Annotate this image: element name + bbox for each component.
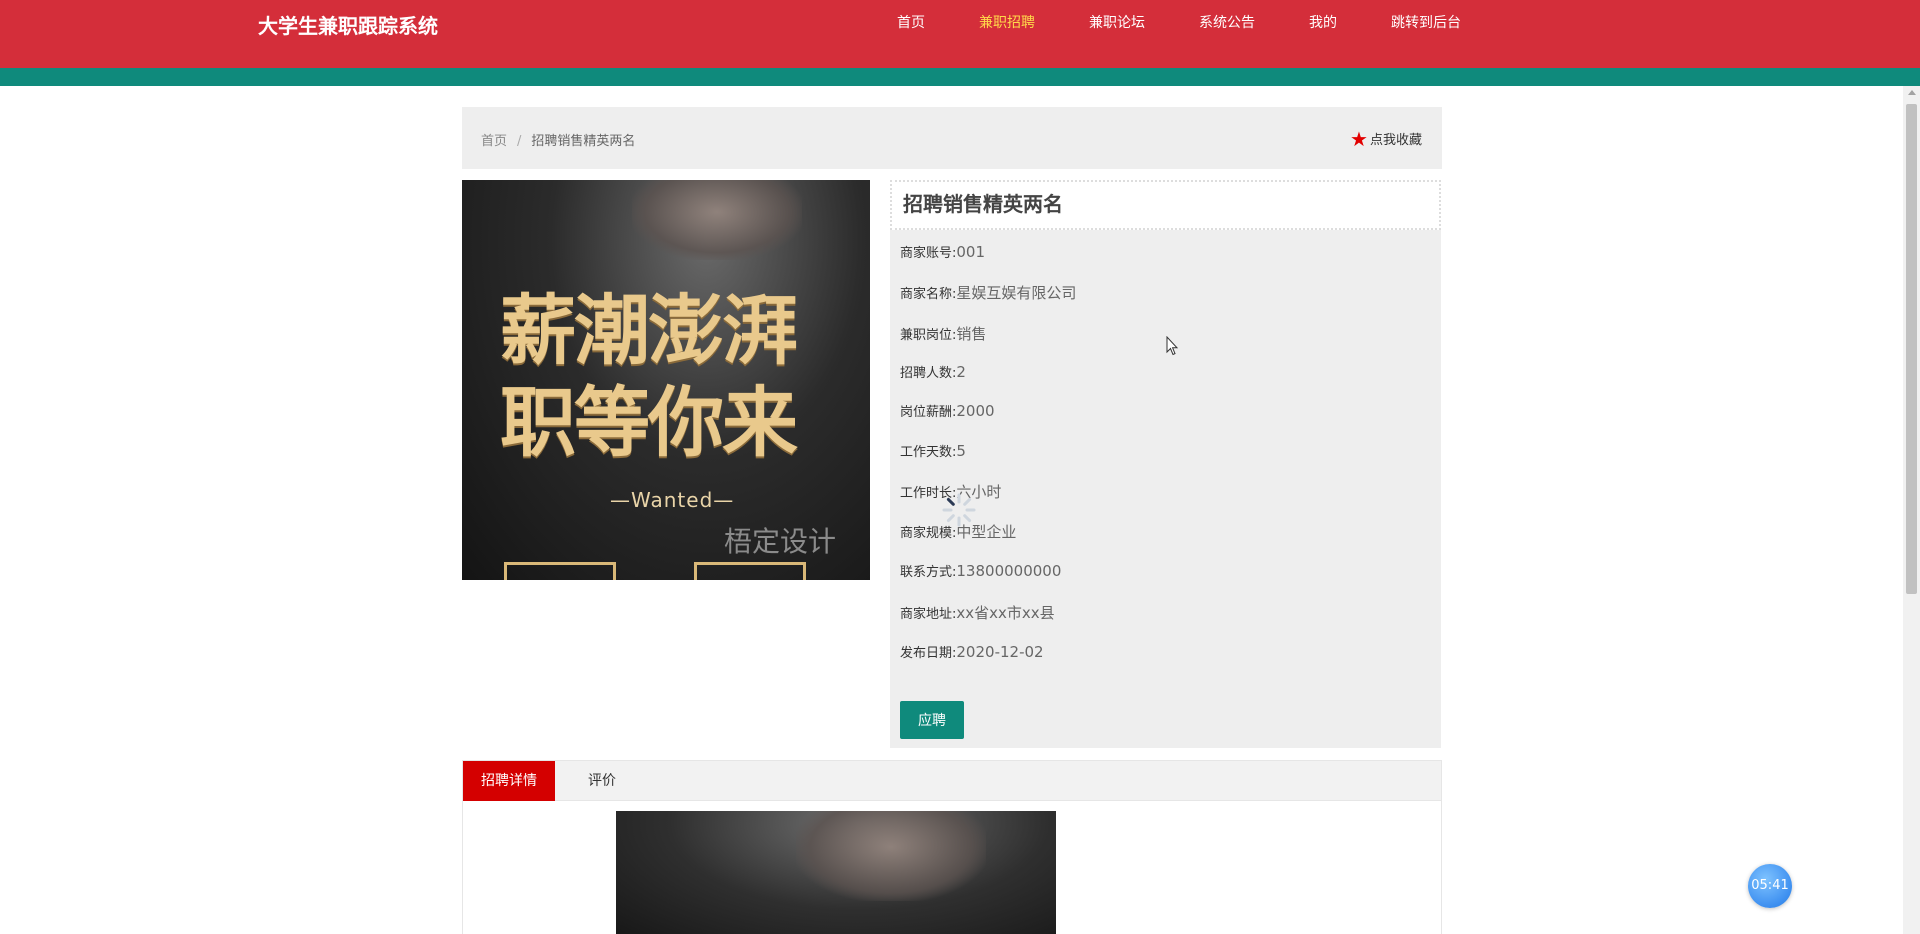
poster-brand-text: 梧定设计 [724, 525, 837, 558]
job-poster-image: 薪潮澎湃 职等你来 —Wanted— 梧定设计 [462, 180, 870, 580]
info-row-work-days: 工作天数: 5 [900, 441, 966, 461]
breadcrumb-current: 招聘销售精英两名 [531, 134, 636, 149]
main-nav: 首页 兼职招聘 兼职论坛 系统公告 我的 跳转到后台 [897, 13, 1515, 33]
site-title[interactable]: 大学生兼职跟踪系统 [258, 10, 438, 39]
info-label: 招聘人数: [900, 366, 957, 381]
info-row-contact: 联系方式: 13800000000 [900, 561, 1062, 581]
breadcrumb: 首页 / 招聘销售精英两名 [481, 130, 635, 149]
poster-headline: 薪潮澎湃 职等你来 [500, 285, 840, 469]
scrollbar-thumb[interactable] [1906, 104, 1917, 594]
nav-jobs[interactable]: 兼职招聘 [979, 13, 1035, 33]
nav-mine[interactable]: 我的 [1309, 13, 1337, 33]
breadcrumb-home[interactable]: 首页 [481, 134, 507, 149]
loading-spinner-icon [942, 493, 976, 527]
info-label: 商家地址: [900, 607, 957, 622]
info-label: 岗位薪酬: [900, 405, 957, 420]
job-detail-image [616, 811, 1056, 934]
info-row-headcount: 招聘人数: 2 [900, 362, 966, 382]
info-row-merchant-name: 商家名称: 星娱互娱有限公司 [900, 282, 1076, 303]
poster-headline-line1: 薪潮澎湃 [500, 286, 798, 375]
info-row-address: 商家地址: xx省xx市xx县 [900, 602, 1055, 623]
job-title: 招聘销售精英两名 [890, 180, 1441, 230]
scroll-up-arrow-icon[interactable] [1908, 90, 1916, 95]
nav-forum[interactable]: 兼职论坛 [1089, 13, 1145, 33]
info-value: 2 [956, 362, 966, 381]
info-label: 商家名称: [900, 287, 957, 302]
apply-button[interactable]: 应聘 [900, 701, 964, 739]
info-value: 001 [956, 242, 986, 261]
nav-announcements[interactable]: 系统公告 [1199, 13, 1255, 33]
nav-home[interactable]: 首页 [897, 13, 925, 33]
info-row-merchant-account: 商家账号: 001 [900, 242, 986, 262]
detail-hands-shape [796, 811, 986, 901]
timer-badge[interactable]: 05:41 [1748, 864, 1792, 908]
info-value: 13800000000 [956, 561, 1062, 580]
header-stripe [0, 68, 1920, 86]
info-value: 5 [956, 441, 966, 460]
info-row-salary: 岗位薪酬: 2000 [900, 401, 995, 421]
favorite-button[interactable]: ★ 点我收藏 [1350, 129, 1422, 149]
info-value: 2000 [956, 401, 995, 420]
poster-frame-right [694, 562, 806, 580]
info-label: 商家账号: [900, 246, 957, 261]
favorite-label[interactable]: 点我收藏 [1370, 129, 1422, 148]
info-row-position: 兼职岗位: 销售 [900, 323, 986, 344]
tab-reviews[interactable]: 评价 [570, 761, 634, 801]
nav-admin[interactable]: 跳转到后台 [1391, 13, 1461, 33]
poster-hands-shape [632, 180, 802, 260]
info-label: 联系方式: [900, 565, 957, 580]
poster-wanted-text: —Wanted— [610, 488, 735, 512]
info-value: 销售 [956, 325, 987, 343]
info-label: 工作天数: [900, 445, 957, 460]
poster-headline-line2: 职等你来 [500, 378, 798, 467]
breadcrumb-bar: 首页 / 招聘销售精英两名 ★ 点我收藏 [462, 107, 1442, 169]
mouse-cursor-icon [1166, 336, 1178, 356]
star-icon[interactable]: ★ [1350, 129, 1368, 149]
info-value: 2020-12-02 [956, 642, 1044, 661]
info-value: xx省xx市xx县 [956, 604, 1055, 622]
poster-frame-left [504, 562, 616, 580]
info-row-publish-date: 发布日期: 2020-12-02 [900, 642, 1044, 662]
info-value: 星娱互娱有限公司 [956, 284, 1077, 302]
info-label: 发布日期: [900, 646, 957, 661]
tab-job-details[interactable]: 招聘详情 [463, 761, 555, 801]
info-label: 兼职岗位: [900, 328, 957, 343]
breadcrumb-separator: / [517, 134, 522, 149]
job-info-panel [890, 180, 1441, 748]
